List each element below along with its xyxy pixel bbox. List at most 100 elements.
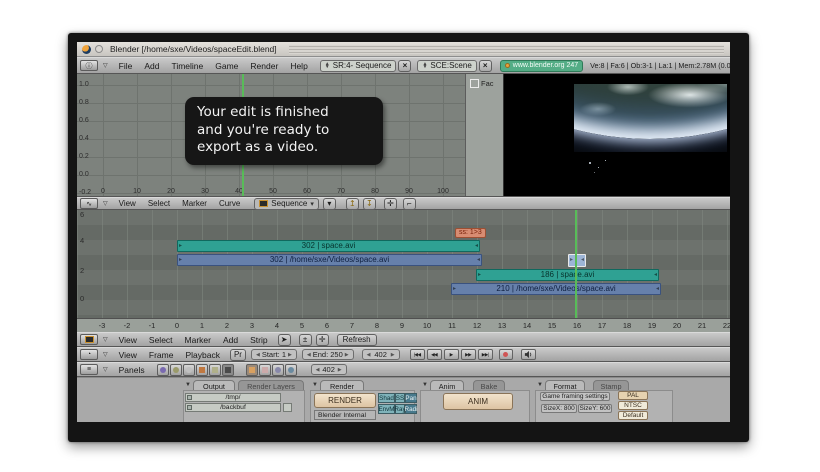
scene-context-icon[interactable] <box>221 363 234 376</box>
stepper-right-icon[interactable]: ▶ <box>345 352 349 358</box>
menu-file[interactable]: File <box>119 61 133 71</box>
pan-icon[interactable]: ✛ <box>383 197 397 210</box>
strip-handle-right[interactable]: ◂ <box>654 270 657 280</box>
strip-handle-left[interactable]: ▸ <box>570 255 573 265</box>
lock-icon[interactable]: ⌐ <box>402 197 416 210</box>
screen-selector[interactable]: SR:4- Sequence <box>319 59 397 72</box>
collapse-icon[interactable] <box>422 382 428 388</box>
menu-select[interactable]: Select <box>148 199 170 208</box>
output-path-field[interactable]: /tmp/ <box>185 393 281 402</box>
strip-handle-right[interactable]: ◂ <box>581 255 584 265</box>
stepper-left-icon[interactable]: ◀ <box>256 352 260 358</box>
curve-subcontext-icon[interactable] <box>284 363 297 376</box>
menu-timeline[interactable]: Timeline <box>171 61 203 71</box>
pan-icon[interactable]: ✛ <box>315 333 329 346</box>
blender-version-button[interactable]: www.blender.org 247 <box>499 59 584 72</box>
menu-curve[interactable]: Curve <box>219 199 240 208</box>
anim-button[interactable]: ANIM <box>443 393 513 410</box>
shading-context-icon[interactable] <box>182 363 195 376</box>
refresh-button[interactable]: Refresh <box>336 333 377 346</box>
clamp-icon[interactable]: ± <box>298 333 312 346</box>
start-frame-stepper[interactable]: ◀ Start: 1 ▶ <box>250 349 297 360</box>
menu-add[interactable]: Add <box>223 335 238 345</box>
collapse-icon[interactable] <box>312 382 318 388</box>
menu-frame[interactable]: Frame <box>149 350 174 360</box>
next-keyframe-button[interactable]: ▶▶ <box>460 349 476 360</box>
logic-context-icon[interactable] <box>156 363 169 376</box>
menu-game[interactable]: Game <box>215 61 238 71</box>
buttons-window-icon[interactable]: ≡ <box>80 364 98 375</box>
toggle-radi[interactable]: Radi <box>405 404 417 414</box>
audio-mute-button[interactable] <box>520 349 536 360</box>
chevron-down-icon[interactable] <box>103 351 108 358</box>
chevron-down-icon[interactable] <box>103 62 108 69</box>
strip-handle-right[interactable]: ◂ <box>477 255 480 265</box>
end-frame-stepper[interactable]: ◀ End: 250 ▶ <box>301 349 354 360</box>
strip-handle-left[interactable]: ▸ <box>453 284 456 294</box>
record-button[interactable] <box>498 349 513 360</box>
strip-handle-left[interactable]: ▸ <box>179 255 182 265</box>
menu-strip[interactable]: Strip <box>250 335 267 345</box>
render-subcontext-icon[interactable] <box>245 363 258 376</box>
ipo-type-selector[interactable]: Sequence ▾ <box>254 197 319 210</box>
timeline-window-icon[interactable]: ◔ <box>80 349 98 360</box>
sequencer-canvas[interactable]: 6420-2302 | space.avi▸◂302 | /home/sxe/V… <box>77 210 730 318</box>
sequencer-strip[interactable]: 302 | space.avi ▸ ◂ <box>177 240 480 252</box>
copy-curve-icon[interactable]: ↥ <box>345 197 359 210</box>
menu-render[interactable]: Render <box>250 61 278 71</box>
sizex-stepper[interactable]: SizeX: 800 <box>541 404 577 413</box>
channel-checkbox[interactable] <box>470 79 479 88</box>
script-context-icon[interactable] <box>169 363 182 376</box>
stepper-left-icon[interactable]: ◀ <box>307 352 311 358</box>
current-frame-stepper[interactable]: ◀ 402 ▶ <box>361 349 400 360</box>
info-window-icon[interactable]: ⓘ <box>80 60 98 71</box>
preview-toggle[interactable]: Pr <box>229 348 246 361</box>
paste-curve-icon[interactable]: ↧ <box>362 197 376 210</box>
stepper-right-icon[interactable]: ▶ <box>338 367 342 373</box>
jump-end-button[interactable]: ▶▶| <box>477 349 493 360</box>
menu-add[interactable]: Add <box>144 61 159 71</box>
ipo-window-icon[interactable]: ∿ <box>80 198 98 209</box>
scene-selector[interactable]: SCE:Scene <box>417 59 477 72</box>
object-context-icon[interactable] <box>195 363 208 376</box>
chevron-down-icon[interactable] <box>103 200 108 207</box>
menu-marker[interactable]: Marker <box>185 335 211 345</box>
menu-view[interactable]: View <box>119 350 137 360</box>
collapse-icon[interactable] <box>537 382 543 388</box>
backbuf-path-field[interactable]: /backbuf <box>185 403 281 412</box>
play-button[interactable]: ▶ <box>443 349 459 360</box>
stepper-right-icon[interactable]: ▶ <box>288 352 292 358</box>
chevron-down-icon[interactable] <box>103 366 108 373</box>
collapse-icon[interactable] <box>185 382 191 388</box>
frame-stepper[interactable]: ◀ 402 ▶ <box>310 364 347 375</box>
stepper-left-icon[interactable]: ◀ <box>367 352 371 358</box>
jump-start-button[interactable]: |◀◀ <box>409 349 425 360</box>
sequencer-strip[interactable]: 302 | /home/sxe/Videos/space.avi ▸ ◂ <box>177 254 482 266</box>
strip-handle-right[interactable]: ◂ <box>656 284 659 294</box>
render-engine-select[interactable]: Blender Internal <box>314 410 376 420</box>
chevron-down-icon[interactable] <box>103 336 108 343</box>
transition-label[interactable]: ss: 1>3 <box>455 228 486 238</box>
render-button[interactable]: RENDER <box>314 393 376 408</box>
dropdown-button[interactable]: ▾ <box>322 197 336 210</box>
strip-handle-left[interactable]: ▸ <box>478 270 481 280</box>
window-seam[interactable] <box>77 196 730 197</box>
file-icon[interactable] <box>187 405 192 410</box>
preset-ntsc[interactable]: NTSC <box>618 401 648 410</box>
sequencer-strip[interactable]: ▸ ◂ <box>568 254 586 267</box>
menu-help[interactable]: Help <box>290 61 307 71</box>
cursor-mode-icon[interactable]: ➤ <box>277 333 291 346</box>
sequencer-playhead[interactable] <box>575 210 577 318</box>
preset-pal[interactable]: PAL <box>618 391 648 400</box>
stepper-left-icon[interactable]: ◀ <box>316 367 320 373</box>
sequencer-strip[interactable]: 186 | space.avi ▸ ◂ <box>476 269 659 281</box>
toggle-envm[interactable]: EnvM <box>378 404 395 414</box>
stepper-right-icon[interactable]: ▶ <box>391 352 395 358</box>
menu-playback[interactable]: Playback <box>185 350 220 360</box>
game-framing-button[interactable]: Game framing settings <box>540 392 610 401</box>
toggle-ray[interactable]: Ray <box>394 404 406 414</box>
file-icon[interactable] <box>187 395 192 400</box>
menu-marker[interactable]: Marker <box>182 199 207 208</box>
strip-handle-right[interactable]: ◂ <box>475 241 478 251</box>
backbuf-toggle[interactable] <box>283 403 292 412</box>
